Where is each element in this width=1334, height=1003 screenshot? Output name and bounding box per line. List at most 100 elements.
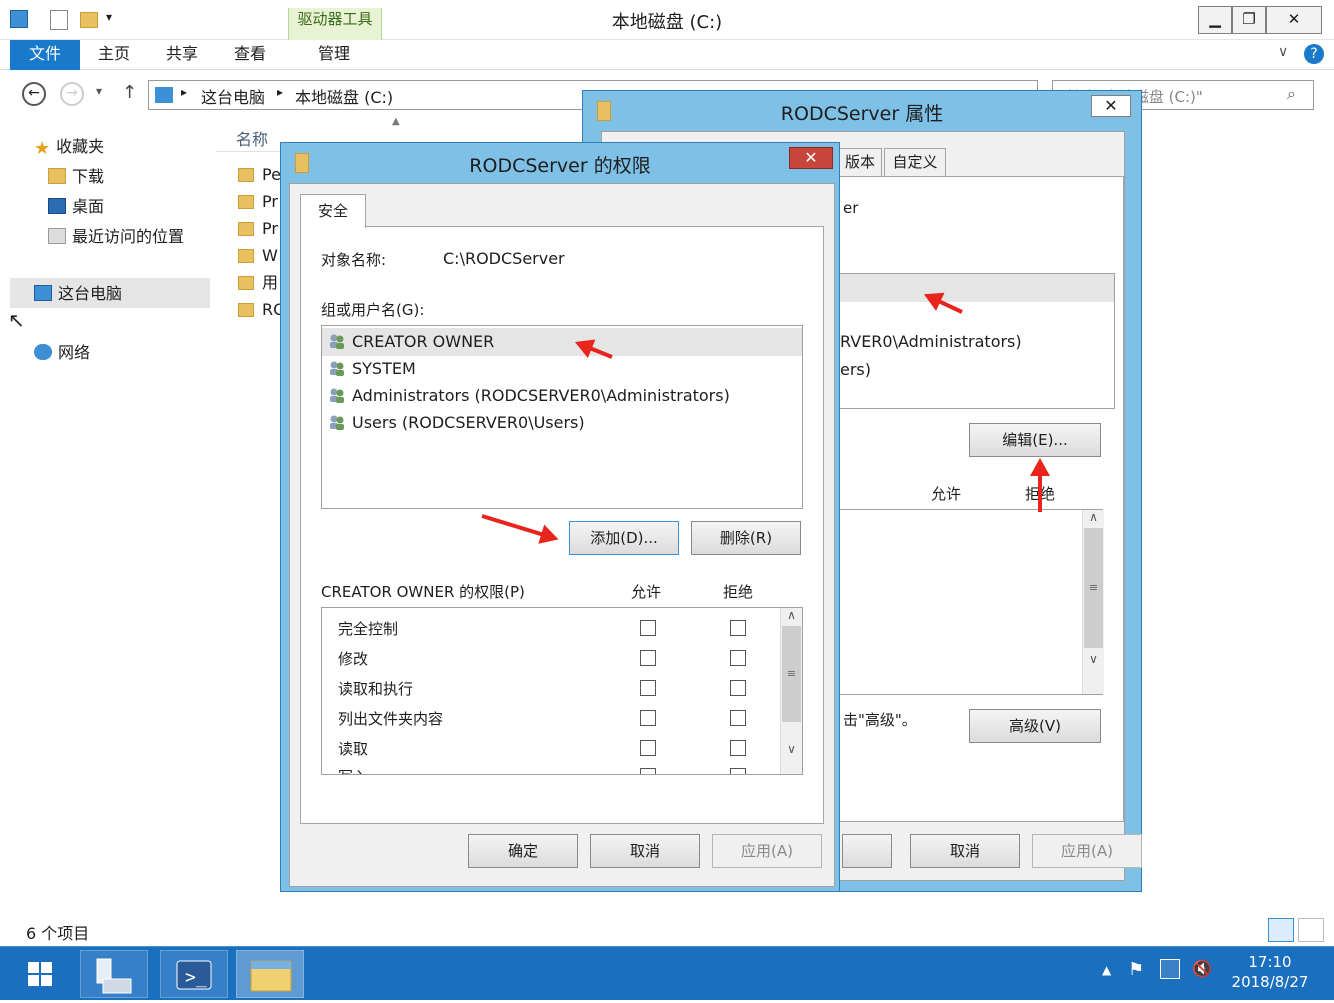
volume-muted-icon[interactable]: 🔇 [1192, 959, 1212, 978]
nav-downloads[interactable]: 下载 [48, 164, 104, 190]
tab-share[interactable]: 共享 [160, 40, 204, 70]
file-item-label: W [262, 246, 278, 265]
allow-checkbox[interactable] [640, 680, 656, 696]
advanced-button[interactable]: 高级(V) [969, 709, 1101, 743]
expand-ribbon-icon[interactable]: ∨ [1278, 44, 1288, 60]
user-name: Users (RODCSERVER0\Users) [352, 413, 585, 432]
tab-manage[interactable]: 管理 [312, 40, 356, 70]
search-icon[interactable]: ⌕ [1287, 84, 1296, 104]
edit-button[interactable]: 编辑(E)... [969, 423, 1101, 457]
group-user-list[interactable]: CREATOR OWNER SYSTEM Administrators (ROD… [321, 325, 803, 509]
star-icon: ★ [34, 138, 51, 159]
permission-scrollbar[interactable]: ∧ ≡ ∨ [1082, 510, 1104, 694]
server-manager-icon [96, 958, 132, 994]
svg-text:>_: >_ [185, 967, 207, 988]
properties-close-button[interactable]: ✕ [1091, 95, 1131, 117]
restore-button[interactable]: ❐ [1232, 6, 1266, 34]
allow-checkbox[interactable] [640, 710, 656, 726]
properties-apply-button[interactable]: 应用(A) [1032, 834, 1142, 868]
deny-checkbox[interactable] [730, 740, 746, 756]
forward-icon[interactable]: → [60, 82, 84, 106]
allow-checkbox[interactable] [640, 620, 656, 636]
allow-header: 允许 [631, 583, 662, 601]
user-row-administrators[interactable]: Administrators (RODCSERVER0\Administrato… [328, 383, 730, 409]
breadcrumb-this-pc[interactable]: 这台电脑 [201, 84, 265, 108]
deny-checkbox[interactable] [730, 650, 746, 666]
nav-this-pc[interactable]: 这台电脑 [34, 281, 122, 307]
apply-button[interactable]: 应用(A) [712, 834, 822, 868]
scroll-down-icon[interactable]: ∨ [781, 742, 802, 756]
user-row-creator-owner[interactable]: CREATOR OWNER [328, 329, 494, 355]
scrollbar-thumb[interactable]: ≡ [1084, 528, 1103, 648]
ribbon-tabs: 文件 主页 共享 查看 管理 ∨ ? [0, 40, 1334, 70]
nav-desktop-label: 桌面 [72, 197, 105, 216]
nav-desktop[interactable]: 桌面 [48, 194, 104, 220]
large-icons-view-icon[interactable] [1298, 918, 1324, 942]
deny-checkbox[interactable] [730, 710, 746, 726]
properties-dialog-title: RODCServer 属性 [780, 103, 944, 125]
nav-recent[interactable]: 最近访问的位置 [48, 224, 184, 250]
recent-places-icon [48, 228, 66, 244]
tab-view[interactable]: 查看 [228, 40, 272, 70]
user-group-icon [328, 358, 346, 376]
scroll-down-icon[interactable]: ∨ [1083, 652, 1104, 666]
deny-checkbox[interactable] [730, 680, 746, 696]
object-name-label: 对象名称: [321, 251, 387, 269]
permissions-close-button[interactable]: ✕ [789, 147, 833, 169]
properties-ok-button-partial[interactable] [842, 834, 892, 868]
clock-date: 2018/8/27 [1231, 973, 1309, 991]
tab-versions[interactable]: 版本 [838, 148, 882, 176]
nav-downloads-label: 下载 [72, 167, 105, 186]
breadcrumb-drive[interactable]: 本地磁盘 (C:) [295, 84, 393, 108]
properties-cancel-button[interactable]: 取消 [910, 834, 1020, 868]
recent-locations-icon[interactable]: ▾ [96, 84, 102, 98]
cancel-button[interactable]: 取消 [590, 834, 700, 868]
user-row-partial[interactable]: RVER0\Administrators) [840, 332, 1022, 351]
permission-list[interactable]: 完全控制 修改 读取和执行 列出文件夹内容 读取 写入 ∧ [321, 607, 803, 775]
window-title: 本地磁盘 (C:) [611, 12, 723, 33]
user-row-partial[interactable]: ers) [840, 360, 871, 379]
permission-label: 列出文件夹内容 [338, 710, 444, 728]
tab-file[interactable]: 文件 [10, 40, 80, 70]
nav-network[interactable]: 网络 [34, 340, 90, 366]
close-button[interactable]: ✕ [1266, 6, 1322, 34]
details-view-icon[interactable] [1268, 918, 1294, 942]
tab-security[interactable]: 安全 [300, 194, 366, 228]
sort-ascending-icon: ▲ [392, 116, 400, 127]
minimize-button[interactable]: ▁ [1198, 6, 1232, 34]
allow-header: 允许 [931, 485, 962, 503]
action-center-flag-icon[interactable]: ⚑ [1128, 959, 1144, 980]
server-manager-button[interactable] [80, 950, 148, 998]
deny-checkbox[interactable] [730, 620, 746, 636]
scrollbar-thumb[interactable]: ≡ [782, 626, 801, 722]
add-button[interactable]: 添加(D)... [569, 521, 679, 555]
network-tray-icon[interactable] [1160, 959, 1180, 979]
show-hidden-icons[interactable]: ▲ [1102, 963, 1111, 977]
tab-home[interactable]: 主页 [92, 40, 136, 70]
scroll-up-icon[interactable]: ∧ [781, 608, 802, 622]
advanced-hint: 击"高级"。 [843, 711, 917, 729]
user-row-users[interactable]: Users (RODCSERVER0\Users) [328, 410, 585, 436]
allow-checkbox[interactable] [640, 740, 656, 756]
tab-custom[interactable]: 自定义 [884, 148, 946, 176]
nav-favorites[interactable]: ★ 收藏夹 [34, 134, 104, 160]
permissions-security-page: 对象名称: C:\RODCServer 组或用户名(G): CREATOR OW… [300, 226, 824, 824]
permission-scrollbar[interactable]: ∧ ≡ ∨ [780, 608, 802, 774]
deny-checkbox[interactable] [730, 768, 746, 774]
allow-checkbox[interactable] [640, 650, 656, 666]
allow-checkbox[interactable] [640, 768, 656, 774]
network-icon [34, 344, 52, 360]
file-explorer-button[interactable] [236, 950, 304, 998]
remove-button[interactable]: 删除(R) [691, 521, 801, 555]
up-icon[interactable]: ↑ [122, 82, 137, 103]
powershell-button[interactable]: >_ [160, 950, 228, 998]
back-icon[interactable]: ← [22, 82, 46, 106]
user-row-system[interactable]: SYSTEM [328, 356, 416, 382]
column-header-name[interactable]: 名称 [236, 126, 268, 150]
help-icon[interactable]: ? [1304, 44, 1324, 64]
ok-button[interactable]: 确定 [468, 834, 578, 868]
clock[interactable]: 17:10 2018/8/27 [1224, 953, 1316, 991]
nav-this-pc-label: 这台电脑 [58, 284, 123, 303]
scroll-up-icon[interactable]: ∧ [1083, 510, 1104, 524]
start-button[interactable] [6, 950, 74, 998]
